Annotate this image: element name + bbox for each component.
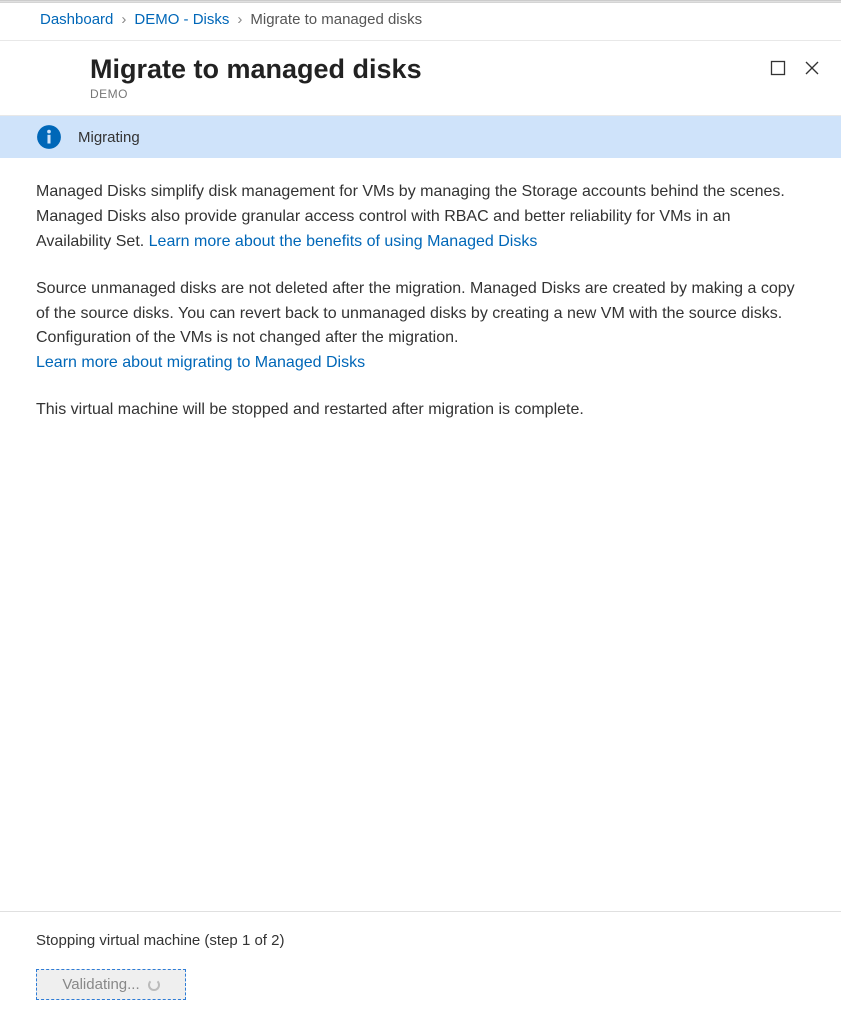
maximize-icon[interactable]: [769, 59, 787, 77]
validating-button: Validating...: [36, 969, 186, 1000]
status-banner: Migrating: [0, 116, 841, 158]
breadcrumb: Dashboard › DEMO - Disks › Migrate to ma…: [0, 3, 841, 41]
paragraph-restart-notice: This virtual machine will be stopped and…: [36, 398, 805, 423]
main-content: Managed Disks simplify disk management f…: [0, 158, 841, 911]
page-subtitle: DEMO: [90, 87, 422, 101]
page-title: Migrate to managed disks: [90, 53, 422, 85]
breadcrumb-dashboard[interactable]: Dashboard: [40, 11, 113, 28]
chevron-right-icon: ›: [237, 11, 242, 28]
progress-status: Stopping virtual machine (step 1 of 2): [36, 932, 805, 949]
chevron-right-icon: ›: [121, 11, 126, 28]
paragraph-migration: Source unmanaged disks are not deleted a…: [36, 277, 805, 376]
info-icon: [36, 124, 62, 150]
paragraph-benefits: Managed Disks simplify disk management f…: [36, 180, 805, 254]
page-header: Migrate to managed disks DEMO: [0, 41, 841, 116]
breadcrumb-current: Migrate to managed disks: [250, 11, 422, 28]
validating-button-label: Validating...: [62, 976, 139, 993]
close-icon[interactable]: [803, 59, 821, 77]
header-actions: [769, 53, 821, 77]
learn-more-benefits-link[interactable]: Learn more about the benefits of using M…: [149, 233, 538, 250]
footer: Stopping virtual machine (step 1 of 2) V…: [0, 911, 841, 1024]
banner-text: Migrating: [78, 129, 140, 146]
paragraph-migration-text: Source unmanaged disks are not deleted a…: [36, 280, 795, 347]
spinner-icon: [148, 979, 160, 991]
breadcrumb-demo-disks[interactable]: DEMO - Disks: [134, 11, 229, 28]
learn-more-migration-link[interactable]: Learn more about migrating to Managed Di…: [36, 354, 365, 371]
